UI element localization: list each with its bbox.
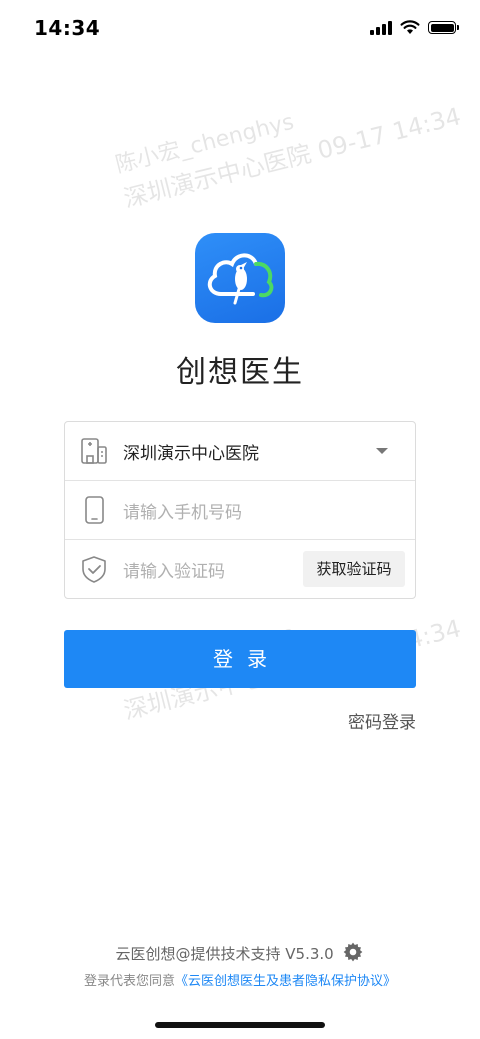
watermark: 陈小宏_chenghys 深圳演示中心医院 09-17 14:34 (112, 66, 465, 217)
app-logo (195, 233, 285, 323)
password-login-link[interactable]: 密码登录 (348, 708, 416, 733)
shield-check-icon (82, 556, 106, 583)
watermark-line2: 深圳演示中心医院 09-17 14:34 (120, 102, 464, 214)
dropdown-arrow-icon[interactable] (376, 448, 388, 454)
phone-input[interactable]: 请输入手机号码 (123, 498, 242, 523)
status-time: 14:34 (34, 16, 101, 40)
agreement-prefix: 登录代表您同意 (83, 974, 175, 989)
login-form: 深圳演示中心医院 请输入手机号码 请输入验证码 获取验证码 (64, 421, 416, 599)
hospital-icon (81, 438, 107, 464)
wifi-icon (400, 20, 420, 34)
signal-icon (370, 20, 392, 35)
code-row[interactable]: 请输入验证码 获取验证码 (65, 540, 415, 599)
woodpecker-cloud-icon (207, 253, 274, 305)
get-code-button[interactable]: 获取验证码 (303, 551, 405, 587)
battery-icon (428, 21, 459, 34)
phone-icon (85, 496, 104, 524)
footer-agreement: 登录代表您同意《云医创想医生及患者隐私保护协议》 (0, 970, 480, 989)
watermark-line1: 陈小宏_chenghys (112, 109, 297, 179)
phone-row[interactable]: 请输入手机号码 (65, 481, 415, 540)
home-indicator[interactable] (155, 1022, 325, 1028)
privacy-agreement-link[interactable]: 《云医创想医生及患者隐私保护协议》 (175, 974, 396, 989)
hospital-select[interactable]: 深圳演示中心医院 (65, 422, 415, 481)
status-bar: 14:34 (0, 0, 480, 60)
app-name: 创想医生 (176, 355, 304, 390)
status-icons (370, 20, 459, 35)
login-button[interactable]: 登录 (64, 630, 416, 688)
hospital-value: 深圳演示中心医院 (123, 444, 259, 464)
footer-support: 云医创想@提供技术支持 V5.3.0 (0, 941, 480, 964)
support-text: 云医创想@提供技术支持 V5.3.0 (115, 945, 334, 963)
gear-icon[interactable] (342, 941, 364, 963)
code-input[interactable]: 请输入验证码 (123, 557, 225, 582)
